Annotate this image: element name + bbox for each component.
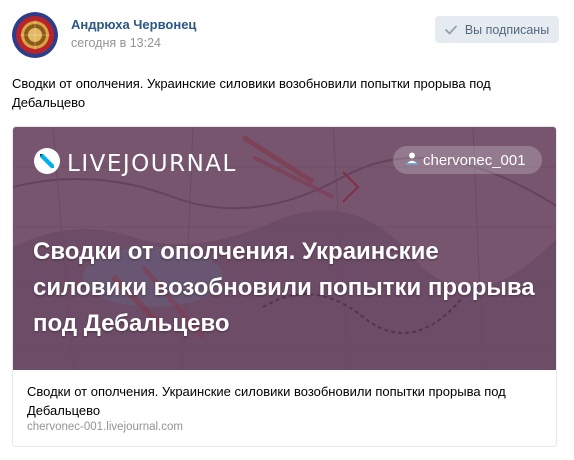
card-preview-image: LIVEJOURNAL chervonec_001 Сводки от опол… — [13, 127, 556, 370]
subscribed-button-label: Вы подписаны — [464, 22, 550, 37]
wall-post: Андрюха Червонец сегодня в 13:24 Вы подп… — [0, 0, 574, 460]
user-icon — [405, 151, 419, 169]
check-icon — [444, 25, 457, 35]
journal-user-chip: chervonec_001 — [393, 146, 542, 174]
card-image-heading: Сводки от ополчения. Украинские силовики… — [33, 238, 535, 337]
livejournal-logo: LIVEJOURNAL — [33, 147, 237, 180]
card-domain: chervonec-001.livejournal.com — [27, 421, 183, 433]
link-card[interactable]: LIVEJOURNAL chervonec_001 Сводки от опол… — [12, 126, 557, 447]
author-avatar[interactable] — [12, 12, 58, 58]
livejournal-logo-icon — [33, 147, 61, 180]
card-title-link[interactable]: Сводки от ополчения. Украинские силовики… — [27, 382, 527, 420]
author-name-link[interactable]: Андрюха Червонец — [71, 17, 196, 32]
livejournal-wordmark: LIVEJOURNAL — [67, 150, 237, 177]
card-footer: Сводки от ополчения. Украинские силовики… — [13, 370, 556, 446]
journal-username: chervonec_001 — [423, 151, 526, 169]
subscribed-button[interactable]: Вы подписаны — [435, 16, 559, 43]
post-text: Сводки от ополчения. Украинские силовики… — [12, 76, 491, 110]
post-date[interactable]: сегодня в 13:24 — [71, 36, 161, 50]
